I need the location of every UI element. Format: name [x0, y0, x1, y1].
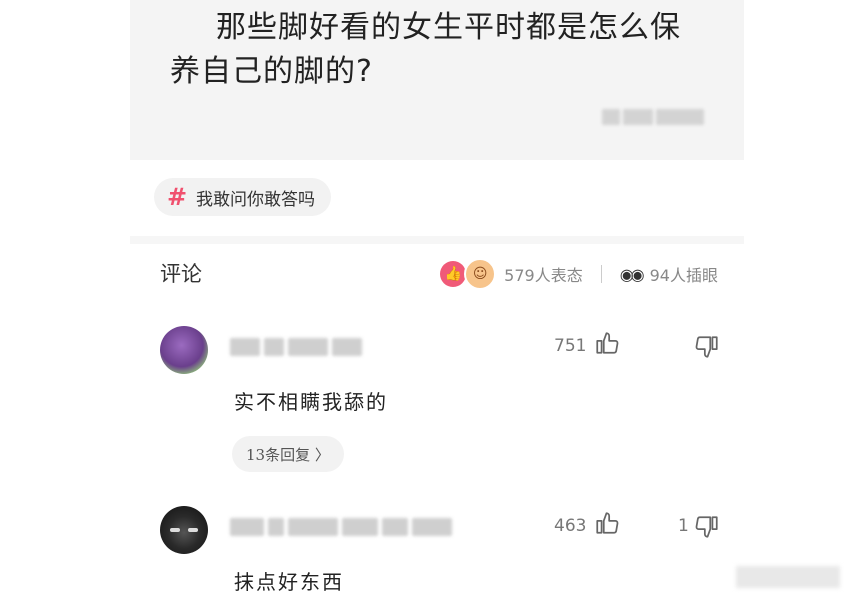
- smile-reaction-icon: ☺: [464, 258, 497, 290]
- comment-text: 实不相瞒我舔的: [234, 390, 388, 414]
- topic-chip[interactable]: # 我敢问你敢答吗: [154, 178, 331, 216]
- section-divider: [130, 236, 744, 244]
- username-blurred: [230, 336, 362, 358]
- question-author-blurred: [602, 106, 710, 128]
- topic-area: # 我敢问你敢答吗: [130, 160, 744, 236]
- post-page: 那些脚好看的女生平时都是怎么保养自己的脚的? # 我敢问你敢答吗 评论 👍 ☺ …: [130, 0, 744, 596]
- username-blurred: [230, 516, 452, 538]
- question-title: 那些脚好看的女生平时都是怎么保养自己的脚的?: [170, 10, 681, 89]
- thumbs-up-icon[interactable]: [594, 510, 620, 536]
- question-card: 那些脚好看的女生平时都是怎么保养自己的脚的?: [130, 0, 744, 160]
- dislike-count: 1: [678, 516, 689, 536]
- watching-count: 94人插眼: [649, 266, 718, 285]
- thumbs-down-icon[interactable]: [694, 514, 720, 540]
- comment-item: 751 实不相瞒我舔的 13条回复 〉: [130, 304, 744, 484]
- like-count: 751: [554, 336, 587, 356]
- like-reaction-icon: 👍: [440, 261, 467, 287]
- right-margin: [744, 0, 852, 596]
- eyes-icon: ◉◉: [619, 264, 645, 284]
- like-count: 463: [554, 516, 587, 536]
- comment-text: 抹点好东西: [234, 570, 344, 594]
- comments-title: 评论: [160, 262, 202, 286]
- reactions-count: 579人表态: [504, 266, 583, 285]
- topic-label: 我敢问你敢答吗: [196, 189, 315, 210]
- thumbs-down-icon[interactable]: [694, 334, 720, 360]
- avatar-eye: [188, 528, 198, 532]
- reactions-separator: [600, 265, 602, 283]
- left-margin: [0, 0, 130, 596]
- avatar[interactable]: [160, 326, 208, 374]
- watermark-blurred: [736, 566, 840, 588]
- reactions-summary[interactable]: 👍 ☺ 579人表态 ◉◉ 94人插眼: [440, 258, 718, 290]
- avatar[interactable]: [160, 506, 208, 554]
- thumbs-up-icon[interactable]: [594, 330, 620, 356]
- replies-button[interactable]: 13条回复 〉: [232, 436, 344, 472]
- hashtag-icon: #: [166, 183, 188, 211]
- comments-header: 评论 👍 ☺ 579人表态 ◉◉ 94人插眼: [130, 244, 744, 304]
- comment-item: 463 1 抹点好东西: [130, 484, 744, 596]
- avatar-eye: [170, 528, 180, 532]
